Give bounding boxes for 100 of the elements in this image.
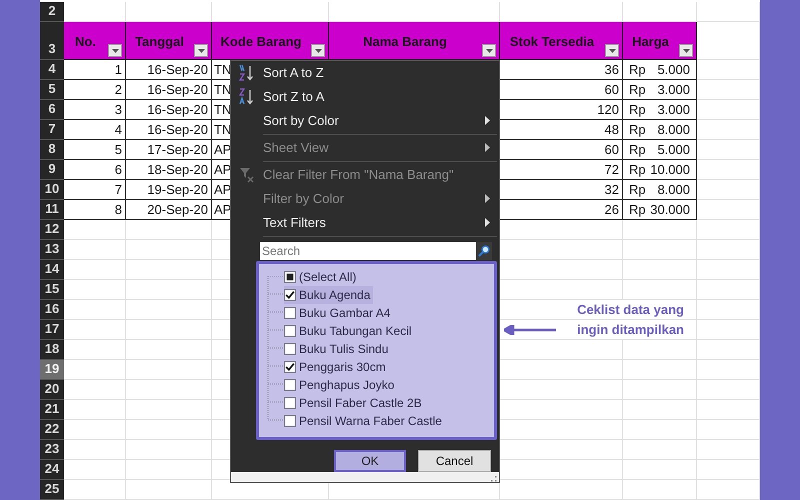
filter-value-item[interactable]: Buku Tabungan Kecil [284,322,415,340]
row-header[interactable]: 7 [40,120,64,140]
filter-value-item[interactable]: Pensil Warna Faber Castle [284,412,445,430]
annotation-text: Ceklist data yang [577,300,684,319]
table-cell-text: AP [214,180,232,199]
price-text: 3.000 [657,100,690,119]
row-header[interactable]: 9 [40,160,64,180]
menu-item[interactable]: Sort by Color [231,108,499,133]
row-header[interactable]: 21 [40,400,64,420]
empty-cell [697,60,760,80]
column-header-text: Tanggal [134,32,185,51]
row-header[interactable]: 13 [40,240,64,260]
menu-item[interactable]: Sort A to Z [231,61,499,85]
row-header[interactable]: 10 [40,180,64,200]
row-header[interactable]: 12 [40,220,64,240]
row-header[interactable]: 24 [40,460,64,480]
caret-icon [486,48,492,52]
checkbox[interactable] [284,396,296,409]
row-header[interactable]: 22 [40,420,64,440]
checkbox[interactable] [284,324,296,337]
empty-cell [697,80,760,100]
search-field[interactable]: Search [260,242,476,260]
filter-dropdown-button[interactable] [194,44,208,57]
currency-text: Rp [629,120,646,139]
cancel-button[interactable]: Cancel [418,450,491,472]
checkbox[interactable] [284,306,296,319]
resize-grip-icon[interactable] [491,476,497,482]
empty-cell [697,380,760,400]
row-header[interactable]: 16 [40,300,64,320]
annotation-text: ingin ditampilkan [577,320,684,339]
row-header[interactable]: 3 [40,22,64,60]
caret-icon [314,48,322,52]
arrow-icon [504,324,556,334]
checkbox[interactable] [284,378,296,391]
sort-ascending-icon [238,64,256,82]
filter-dropdown-button[interactable] [311,44,325,57]
empty-cell [697,460,760,480]
checkbox[interactable] [284,360,296,373]
row-header[interactable]: 17 [40,320,64,340]
caret-icon [198,48,204,52]
filter-value-item[interactable]: (Select All) [284,268,360,286]
row-header[interactable]: 14 [40,260,64,280]
column-header-text: Harga [631,32,670,51]
table-cell-text: 16-Sep-20 [147,80,208,99]
table-cell-text: 18-Sep-20 [147,160,208,179]
empty-cell [697,340,760,360]
table-cell-text: 60 [604,80,619,99]
table-cell-text: 16-Sep-20 [147,100,208,119]
empty-cell [697,2,760,22]
search-button[interactable] [476,242,492,260]
row-header[interactable]: 23 [40,440,64,460]
checkbox[interactable] [284,414,296,427]
row-header[interactable]: 20 [40,380,64,400]
menu-item[interactable]: Sort Z to A [231,84,499,109]
row-header[interactable]: 11 [40,200,64,220]
filter-value-item[interactable]: Penggaris 30cm [284,358,389,376]
row-header[interactable]: 2 [40,2,64,22]
table-cell-text: 26 [604,200,619,219]
row-header[interactable]: 4 [40,60,64,80]
empty-cell [697,360,760,380]
table-cell-text: 120 [597,100,619,119]
currency-text: Rp [629,160,646,179]
ok-button[interactable]: OK [334,450,406,472]
filter-value-item[interactable]: Buku Tulis Sindu [284,340,392,358]
row-header[interactable]: 5 [40,80,64,100]
currency-text: Rp [629,60,646,79]
row-header[interactable]: 6 [40,100,64,120]
row-header[interactable]: 15 [40,280,64,300]
empty-cell [697,180,760,200]
table-cell-text: 17-Sep-20 [147,140,208,159]
empty-cell [697,480,760,500]
row-header[interactable]: 25 [40,480,64,500]
search-icon [478,244,490,257]
table-cell-text: 16-Sep-20 [147,120,208,139]
table-cell-text: 60 [604,140,619,159]
filter-dropdown-button[interactable] [108,44,122,57]
filter-dropdown-button[interactable] [605,44,619,57]
checkbox[interactable] [284,342,296,355]
filter-dropdown-button[interactable] [482,44,496,57]
row-header[interactable]: 18 [40,340,64,360]
currency-text: Rp [629,200,646,219]
column-header-text: Stok Tersedia [508,32,596,50]
row-header[interactable]: 19 [40,360,64,380]
filter-value-item[interactable]: Pensil Faber Castle 2B [284,394,425,412]
filter-value-item[interactable]: Penghapus Joyko [284,376,398,394]
table-cell-text: 20-Sep-20 [147,200,208,219]
row-header[interactable]: 8 [40,140,64,160]
table-cell-text: AP [214,200,232,219]
filter-value-item[interactable]: Buku Gambar A4 [284,304,394,322]
price-text: 5.000 [657,140,690,159]
menu-item[interactable]: Text Filters [231,210,499,235]
filter-value-item[interactable]: Buku Agenda [284,286,374,304]
caret-icon [608,48,616,52]
checkbox[interactable] [284,270,296,283]
empty-cell [697,440,760,460]
empty-cell [697,420,760,440]
table-cell-text: 3 [114,100,122,119]
checkbox[interactable] [284,288,296,301]
filter-dropdown-button[interactable] [679,44,693,57]
column-header-text: Nama Barang [362,32,448,51]
